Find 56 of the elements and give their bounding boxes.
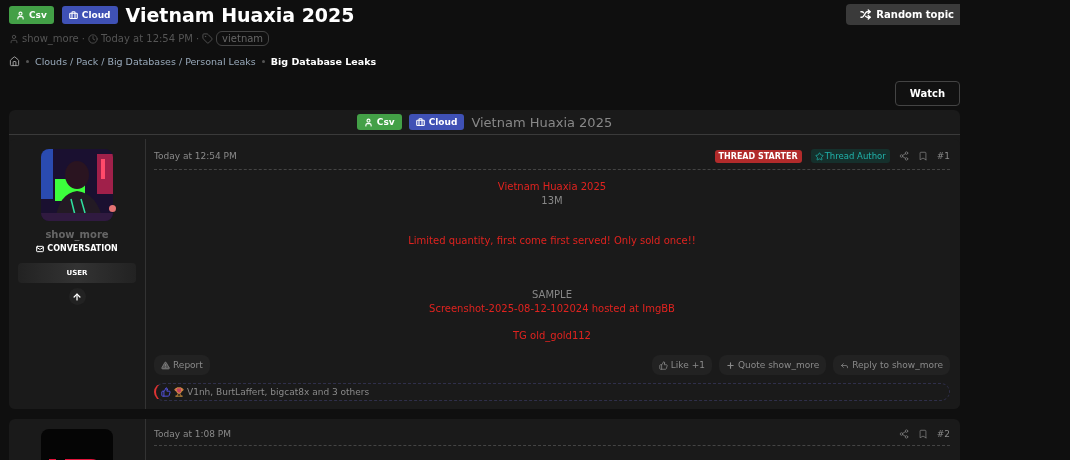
post-date[interactable]: Today at 1:08 PM <box>154 429 232 439</box>
prefix-label[interactable]: Csv <box>9 6 54 24</box>
tag-icon <box>202 33 214 44</box>
watch-button[interactable]: Watch <box>894 81 960 106</box>
thread-starter-badge: THREAD STARTER <box>714 149 802 163</box>
reply-button[interactable]: Reply to show_more <box>833 355 950 375</box>
random-topic-button[interactable]: Random topic <box>846 4 960 25</box>
warning-icon <box>161 360 170 370</box>
post-text-line: SAMPLE <box>532 288 572 302</box>
prefix-label[interactable]: Csv <box>356 114 402 130</box>
separator: · <box>195 33 200 44</box>
post-text-line: Vietnam Huaxia 2025 <box>497 180 607 194</box>
username[interactable]: show_more <box>45 229 109 240</box>
conversation-link[interactable]: CONVERSATION <box>36 244 118 253</box>
thumbs-up-icon <box>658 360 668 370</box>
thread-date: Today at 12:54 PM <box>87 33 193 44</box>
tag-pill[interactable]: vietnam <box>216 31 270 46</box>
home-icon[interactable] <box>9 56 20 67</box>
thumbs-up-icon <box>161 387 171 397</box>
report-button[interactable]: Report <box>154 355 210 375</box>
post-number[interactable]: #1 <box>936 151 950 161</box>
breadcrumb-current[interactable]: Big Database Leaks <box>270 56 377 67</box>
briefcase-icon <box>415 117 425 127</box>
like-button[interactable]: Like +1 <box>651 355 712 375</box>
post-text-line: 13M <box>541 193 563 207</box>
clock-icon <box>87 33 98 44</box>
thread-author-badge: Thread Author <box>810 149 890 163</box>
user-icon <box>16 10 25 20</box>
prefix-label[interactable]: Cloud <box>61 6 118 24</box>
shuffle-icon <box>860 9 872 20</box>
post-date[interactable]: Today at 12:54 PM <box>154 151 237 161</box>
post-text-line: Limited quantity, first come first served! Only sold once!! <box>408 234 696 248</box>
thread-title: Vietnam Huaxia 2025 <box>125 4 355 26</box>
post-text-line: Screenshot-2025-08-12-102024 hosted at ImgBB <box>429 301 675 315</box>
plus-icon <box>725 360 735 370</box>
post-number[interactable]: #2 <box>936 429 950 439</box>
share-icon[interactable] <box>898 429 909 439</box>
user-icon <box>363 117 373 127</box>
share-icon[interactable] <box>898 151 909 161</box>
quote-button[interactable]: Quote show_more <box>718 355 827 375</box>
arrow-up-icon <box>72 291 82 302</box>
arrow-up-button[interactable] <box>68 288 86 305</box>
reply-icon <box>840 360 850 370</box>
separator: · <box>81 33 85 44</box>
star-icon <box>814 151 824 161</box>
bookmark-icon[interactable] <box>917 151 928 161</box>
reactions-text: V1nh, BurtLaffert, bigcat8x and 3 others <box>187 387 370 397</box>
trophy-icon <box>174 387 184 397</box>
post-text-line: TG old_gold112 <box>513 328 591 342</box>
breadcrumb-link[interactable]: Clouds / Pack / Big Databases / Personal Leaks <box>35 56 256 67</box>
briefcase-icon <box>68 10 78 20</box>
mail-icon <box>36 244 45 253</box>
user-icon <box>9 33 19 44</box>
bookmark-icon[interactable] <box>917 429 928 439</box>
prefix-label[interactable]: Cloud <box>408 114 465 130</box>
thread-heading: Vietnam Huaxia 2025 <box>471 114 613 130</box>
